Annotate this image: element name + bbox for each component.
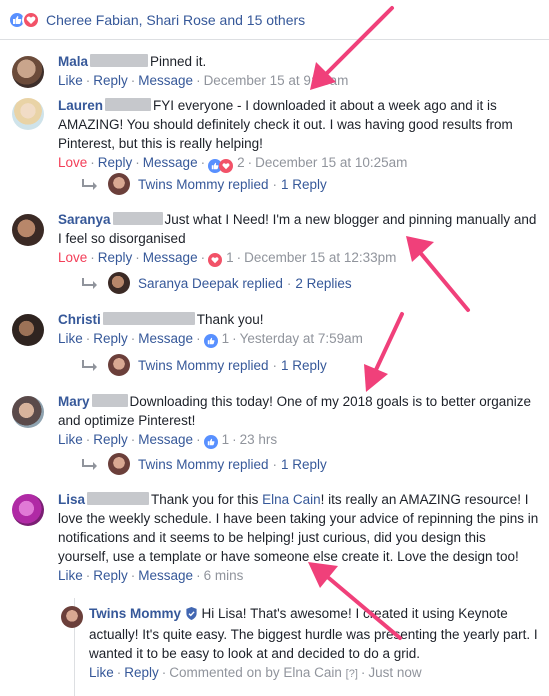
timestamp[interactable]: December 15 at 12:33pm bbox=[244, 250, 396, 265]
nested-reply: Twins Mommy Hi Lisa! That's awesome! I c… bbox=[61, 598, 549, 696]
comment-text-start: Thank you for this bbox=[151, 492, 259, 507]
love-link[interactable]: Love bbox=[58, 155, 87, 170]
message-link[interactable]: Message bbox=[138, 432, 193, 447]
like-link[interactable]: Like bbox=[89, 665, 114, 680]
comment-author[interactable]: Christi bbox=[58, 312, 101, 327]
commented-by: Commented on by Elna Cain bbox=[169, 665, 342, 680]
mention-link[interactable]: Elna Cain bbox=[262, 492, 321, 507]
message-link[interactable]: Message bbox=[138, 73, 193, 88]
avatar[interactable] bbox=[12, 494, 44, 526]
comment-author[interactable]: Lisa bbox=[58, 492, 85, 507]
like-link[interactable]: Like bbox=[58, 331, 83, 346]
love-reaction-icon bbox=[219, 159, 234, 173]
replies-link[interactable]: Twins Mommy replied · 1 Reply bbox=[82, 172, 327, 196]
avatar[interactable] bbox=[12, 98, 44, 130]
comment-author[interactable]: Mary bbox=[58, 394, 90, 409]
avatar bbox=[108, 453, 130, 475]
reply-arrow-icon bbox=[82, 179, 97, 190]
timestamp[interactable]: December 15 at 10:25am bbox=[255, 155, 407, 170]
replied-name[interactable]: Twins Mommy replied bbox=[138, 177, 269, 192]
comment-author[interactable]: Saranya bbox=[58, 212, 111, 227]
redacted-name bbox=[112, 212, 163, 225]
avatar bbox=[108, 173, 130, 195]
redacted-name bbox=[90, 54, 149, 67]
avatar[interactable] bbox=[12, 56, 44, 88]
reply-link[interactable]: Reply bbox=[98, 155, 133, 170]
reply-count[interactable]: 1 Reply bbox=[281, 177, 327, 192]
reply-arrow-icon bbox=[82, 278, 97, 289]
message-link[interactable]: Message bbox=[138, 331, 193, 346]
replies-link[interactable]: Twins Mommy replied · 1 Reply bbox=[82, 353, 327, 377]
reply-link[interactable]: Reply bbox=[93, 331, 128, 346]
timestamp[interactable]: Yesterday at 7:59am bbox=[240, 331, 363, 346]
replied-name[interactable]: Saranya Deepak replied bbox=[138, 276, 283, 291]
reply-link[interactable]: Reply bbox=[93, 73, 128, 88]
avatar bbox=[108, 354, 130, 376]
reaction-icons bbox=[8, 10, 40, 29]
replies-link[interactable]: Twins Mommy replied · 1 Reply bbox=[82, 452, 327, 476]
avatar[interactable] bbox=[12, 214, 44, 246]
like-reaction-icon[interactable] bbox=[203, 435, 218, 449]
comment-text: Thank you! bbox=[196, 312, 264, 327]
reaction-count-icons[interactable] bbox=[208, 159, 234, 173]
like-link[interactable]: Like bbox=[58, 73, 83, 88]
reactions-summary-bar[interactable]: Cheree Fabian, Shari Rose and 15 others bbox=[0, 0, 549, 40]
reply-link[interactable]: Reply bbox=[93, 568, 128, 583]
timestamp[interactable]: 23 hrs bbox=[240, 432, 278, 447]
reaction-count[interactable]: 2 bbox=[233, 155, 245, 170]
reply-arrow-icon bbox=[82, 459, 97, 470]
reply-link[interactable]: Reply bbox=[98, 250, 133, 265]
comment-actions: Like · Reply · Message · 1 · 23 hrs bbox=[58, 432, 278, 449]
reply-count[interactable]: 1 Reply bbox=[281, 457, 327, 472]
avatar[interactable] bbox=[12, 396, 44, 428]
reaction-count[interactable]: 1 bbox=[222, 250, 234, 265]
message-link[interactable]: Message bbox=[143, 250, 198, 265]
verified-badge-icon bbox=[185, 606, 198, 625]
reply-arrow-icon bbox=[82, 360, 97, 371]
message-link[interactable]: Message bbox=[143, 155, 198, 170]
redacted-name bbox=[87, 492, 150, 505]
comment-actions: Love · Reply · Message · 2 · December 15 at 10:2… bbox=[58, 153, 539, 173]
timestamp[interactable]: Just now bbox=[368, 665, 421, 680]
timestamp[interactable]: 6 mins bbox=[204, 568, 244, 583]
like-link[interactable]: Like bbox=[58, 568, 83, 583]
comment-actions: Like · Reply · Message · 1 · Yesterday at 7:59am bbox=[58, 331, 363, 348]
reply-count[interactable]: 1 Reply bbox=[281, 358, 327, 373]
timestamp[interactable]: December 15 at 9:43am bbox=[204, 73, 349, 88]
replied-name[interactable]: Twins Mommy replied bbox=[138, 358, 269, 373]
message-link[interactable]: Message bbox=[138, 568, 193, 583]
reply-link[interactable]: Reply bbox=[93, 432, 128, 447]
replied-name[interactable]: Twins Mommy replied bbox=[138, 457, 269, 472]
comment-text: Pinned it. bbox=[150, 54, 207, 69]
avatar[interactable] bbox=[12, 314, 44, 346]
comment-author[interactable]: Mala bbox=[58, 54, 88, 69]
comment-actions: Like · Reply · Message · 6 mins bbox=[58, 568, 244, 583]
like-link[interactable]: Like bbox=[58, 432, 83, 447]
reply-link[interactable]: Reply bbox=[124, 665, 159, 680]
reaction-count[interactable]: 1 bbox=[218, 432, 230, 447]
reactors-link[interactable]: Cheree Fabian, Shari Rose and 15 others bbox=[46, 12, 305, 28]
comment-text: Downloading this today! One of my 2018 g… bbox=[58, 394, 532, 428]
replies-link[interactable]: Saranya Deepak replied · 2 Replies bbox=[82, 271, 352, 295]
comment-author[interactable]: Lauren bbox=[58, 98, 103, 113]
redacted-name bbox=[102, 312, 195, 325]
comment-actions: Love · Reply · Message · 1 · December 15 at 12:3… bbox=[58, 250, 397, 267]
love-link[interactable]: Love bbox=[58, 250, 87, 265]
reaction-count[interactable]: 1 bbox=[218, 331, 230, 346]
love-reaction-icon[interactable] bbox=[208, 253, 223, 267]
like-reaction-icon[interactable] bbox=[203, 334, 218, 348]
help-badge[interactable]: [?] bbox=[346, 668, 358, 680]
comment-actions: Like · Reply · Commented on by Elna Cain [?]… bbox=[89, 665, 422, 680]
avatar bbox=[108, 272, 130, 294]
comment-actions: Like · Reply · Message · December 15 at 9:43am bbox=[58, 73, 349, 88]
love-reaction-icon bbox=[22, 10, 40, 29]
redacted-name bbox=[105, 98, 152, 111]
avatar[interactable] bbox=[61, 606, 83, 628]
comment-author[interactable]: Twins Mommy bbox=[89, 606, 181, 621]
reply-count[interactable]: 2 Replies bbox=[295, 276, 351, 291]
redacted-name bbox=[91, 394, 128, 407]
